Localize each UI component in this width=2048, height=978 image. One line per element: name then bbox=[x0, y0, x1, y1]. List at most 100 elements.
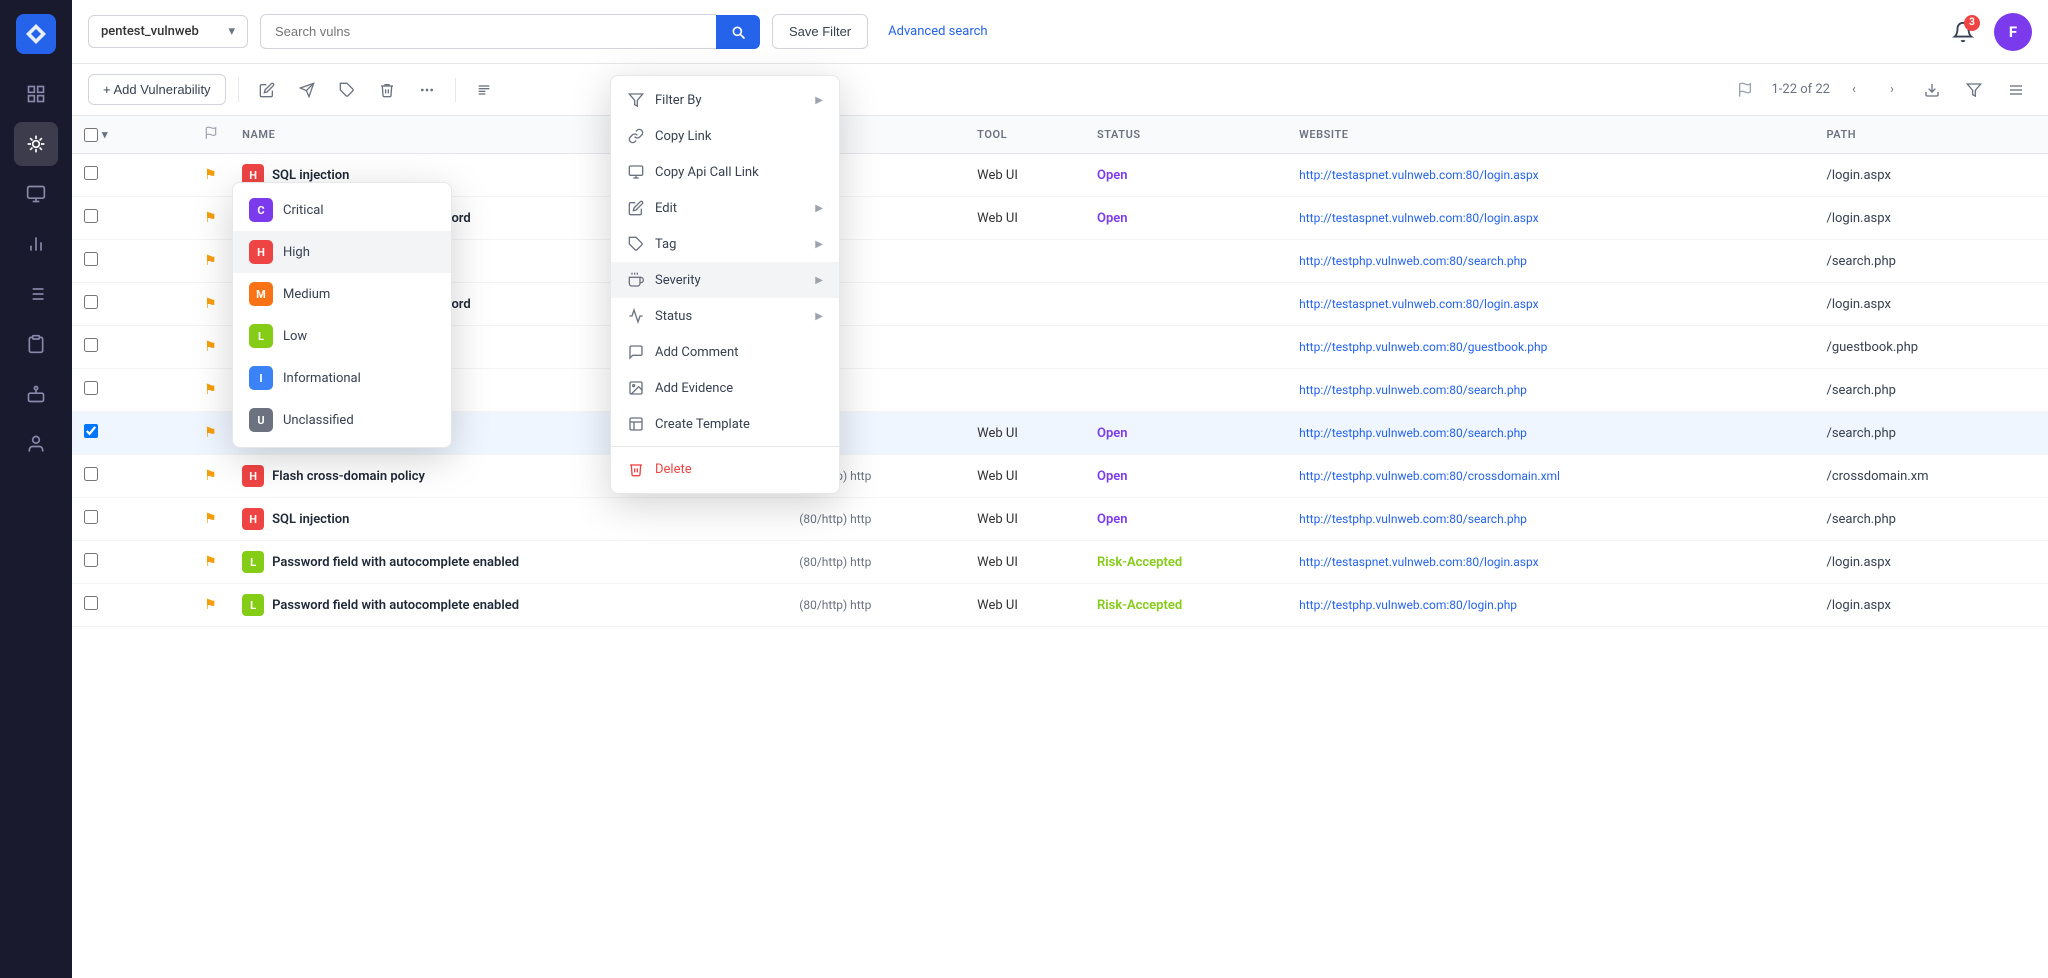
row-expand-cell bbox=[120, 240, 156, 283]
severity-informational[interactable]: I Informational bbox=[233, 357, 451, 399]
row-checkbox[interactable] bbox=[84, 424, 98, 438]
sidebar-item-clipboard[interactable] bbox=[14, 322, 58, 366]
send-icon bbox=[299, 82, 315, 98]
menu-item-edit[interactable]: Edit ▶ bbox=[611, 190, 839, 226]
search-input[interactable] bbox=[260, 14, 716, 49]
view-toggle-button[interactable] bbox=[2000, 74, 2032, 106]
vuln-name[interactable]: SQL injection bbox=[272, 168, 349, 183]
app-logo[interactable] bbox=[14, 12, 58, 56]
menu-item-filter-by[interactable]: Filter By ▶ bbox=[611, 82, 839, 118]
save-filter-button[interactable]: Save Filter bbox=[772, 14, 868, 49]
delete-icon-button[interactable] bbox=[371, 74, 403, 106]
row-port-cell: (80/http) http bbox=[787, 541, 965, 584]
row-checkbox[interactable] bbox=[84, 553, 98, 567]
vuln-name[interactable]: Password field with autocomplete enabled bbox=[272, 555, 519, 570]
severity-submenu: C Critical H High M Medium L Low I Infor… bbox=[232, 182, 452, 448]
critical-badge: C bbox=[249, 198, 273, 222]
search-button[interactable] bbox=[716, 15, 760, 49]
menu-item-delete[interactable]: Delete bbox=[611, 451, 839, 487]
row-tool-cell: Web UI bbox=[965, 584, 1085, 627]
arrow-icon: ▶ bbox=[815, 311, 823, 322]
row-status-cell: Open bbox=[1085, 412, 1287, 455]
flag-icon: ⚑ bbox=[204, 597, 217, 613]
status-badge: Open bbox=[1097, 469, 1128, 484]
severity-medium[interactable]: M Medium bbox=[233, 273, 451, 315]
vuln-name[interactable]: Password field with autocomplete enabled bbox=[272, 598, 519, 613]
row-path-cell: /login.aspx bbox=[1814, 197, 2048, 240]
flag-icon: ⚑ bbox=[204, 339, 217, 355]
row-checkbox[interactable] bbox=[84, 209, 98, 223]
menu-item-add-evidence[interactable]: Add Evidence bbox=[611, 370, 839, 406]
menu-item-tag[interactable]: Tag ▶ bbox=[611, 226, 839, 262]
row-status-cell bbox=[1085, 283, 1287, 326]
add-vulnerability-button[interactable]: + Add Vulnerability bbox=[88, 74, 226, 105]
vuln-name[interactable]: SQL injection bbox=[272, 512, 349, 527]
sidebar-item-charts[interactable] bbox=[14, 222, 58, 266]
row-sort-cell bbox=[156, 412, 192, 455]
tag-icon-button[interactable] bbox=[331, 74, 363, 106]
send-icon-button[interactable] bbox=[291, 74, 323, 106]
row-status-cell: Open bbox=[1085, 455, 1287, 498]
menu-item-add-comment[interactable]: Add Comment bbox=[611, 334, 839, 370]
row-checkbox[interactable] bbox=[84, 295, 98, 309]
row-website-cell: http://testphp.vulnweb.com:80/search.php bbox=[1287, 498, 1814, 541]
row-website-cell: http://testphp.vulnweb.com:80/login.php bbox=[1287, 584, 1814, 627]
sidebar-item-user[interactable] bbox=[14, 422, 58, 466]
menu-item-status[interactable]: Status ▶ bbox=[611, 298, 839, 334]
row-checkbox[interactable] bbox=[84, 381, 98, 395]
filter-button[interactable] bbox=[1958, 74, 1990, 106]
next-page-button[interactable]: › bbox=[1878, 76, 1906, 104]
sidebar-item-dashboard[interactable] bbox=[14, 72, 58, 116]
row-checkbox[interactable] bbox=[84, 596, 98, 610]
project-selector[interactable]: pentest_vulnweb ▾ bbox=[88, 15, 248, 48]
edit-menu-icon bbox=[627, 199, 645, 217]
severity-high[interactable]: H High bbox=[233, 231, 451, 273]
columns-icon-button[interactable] bbox=[468, 74, 500, 106]
menu-item-copy-api-link[interactable]: Copy Api Call Link bbox=[611, 154, 839, 190]
row-checkbox[interactable] bbox=[84, 338, 98, 352]
filter-by-icon bbox=[627, 91, 645, 109]
avatar[interactable]: F bbox=[1994, 13, 2032, 51]
row-website-cell: http://testphp.vulnweb.com:80/crossdomai… bbox=[1287, 455, 1814, 498]
sidebar-item-monitor[interactable] bbox=[14, 172, 58, 216]
edit-icon bbox=[259, 82, 275, 98]
table-row: ⚑ H Flash cross-domain policy (80/http) … bbox=[72, 455, 2048, 498]
row-checkbox-cell bbox=[72, 498, 120, 541]
vuln-name[interactable]: Flash cross-domain policy bbox=[272, 469, 425, 484]
pagination-info: 1-22 of 22 bbox=[1771, 82, 1830, 97]
row-expand-cell bbox=[120, 541, 156, 584]
row-checkbox[interactable] bbox=[84, 252, 98, 266]
select-all-checkbox[interactable] bbox=[84, 128, 98, 142]
sidebar-item-list[interactable] bbox=[14, 272, 58, 316]
row-checkbox[interactable] bbox=[84, 166, 98, 180]
menu-item-create-template[interactable]: Create Template bbox=[611, 406, 839, 442]
row-status-cell: Open bbox=[1085, 197, 1287, 240]
menu-item-copy-link[interactable]: Copy Link bbox=[611, 118, 839, 154]
download-icon bbox=[1924, 82, 1940, 98]
severity-unclassified[interactable]: U Unclassified bbox=[233, 399, 451, 441]
notification-button[interactable]: 3 bbox=[1944, 13, 1982, 51]
tag-menu-icon bbox=[627, 235, 645, 253]
table-row: ⚑ L Password field with autocomplete ena… bbox=[72, 584, 2048, 627]
more-icon-button[interactable] bbox=[411, 74, 443, 106]
row-checkbox[interactable] bbox=[84, 467, 98, 481]
col-header-path: PATH bbox=[1814, 116, 2048, 154]
flag-filter-button[interactable] bbox=[1729, 74, 1761, 106]
prev-page-button[interactable]: ‹ bbox=[1840, 76, 1868, 104]
row-checkbox[interactable] bbox=[84, 510, 98, 524]
advanced-search-link[interactable]: Advanced search bbox=[888, 24, 987, 39]
row-checkbox-cell bbox=[72, 326, 120, 369]
sidebar-item-bugs[interactable] bbox=[14, 122, 58, 166]
col-header-tool: TOOL bbox=[965, 116, 1085, 154]
row-flag-cell: ⚑ bbox=[192, 412, 230, 455]
sidebar-item-robot[interactable] bbox=[14, 372, 58, 416]
download-button[interactable] bbox=[1916, 74, 1948, 106]
row-port-cell: (80/http) http bbox=[787, 584, 965, 627]
menu-item-severity[interactable]: Severity ▶ bbox=[611, 262, 839, 298]
edit-icon-button[interactable] bbox=[251, 74, 283, 106]
severity-low[interactable]: L Low bbox=[233, 315, 451, 357]
row-website-cell: http://testaspnet.vulnweb.com:80/login.a… bbox=[1287, 154, 1814, 197]
severity-critical[interactable]: C Critical bbox=[233, 189, 451, 231]
row-path-cell: /search.php bbox=[1814, 412, 2048, 455]
row-tool-cell bbox=[965, 240, 1085, 283]
